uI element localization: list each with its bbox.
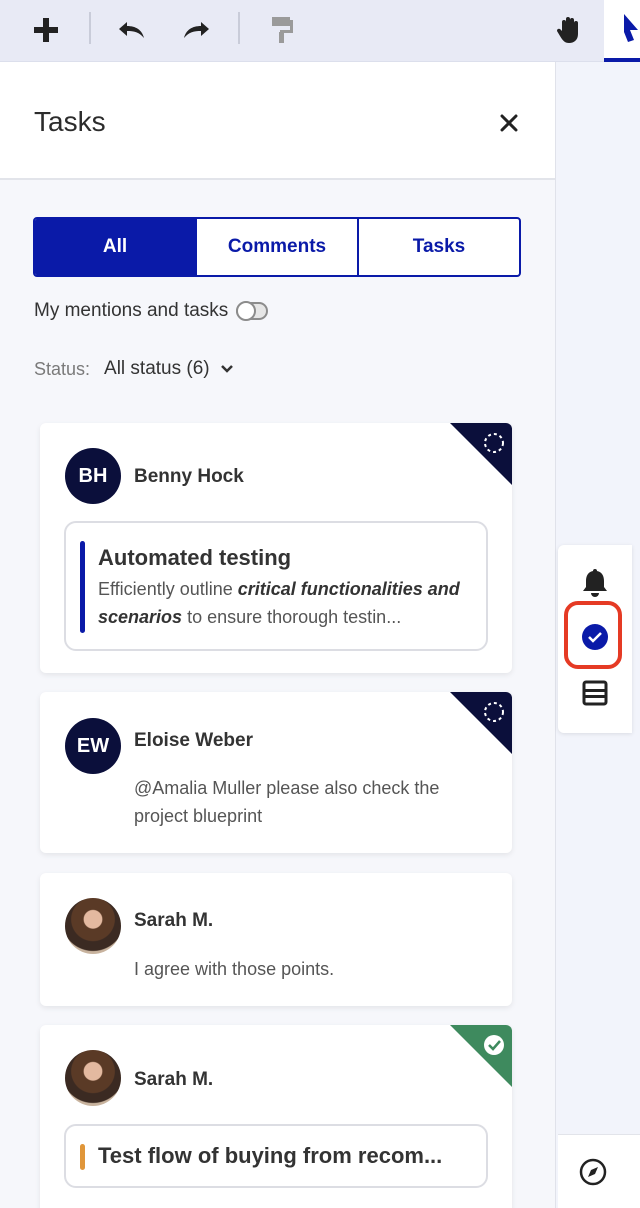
task-description: Efficiently outline critical functionali…	[98, 575, 478, 631]
task-preview[interactable]: Automated testing Efficiently outline cr…	[64, 521, 488, 651]
status-dropdown[interactable]: All status (6)	[104, 358, 234, 380]
status-value: All status (6)	[104, 358, 210, 379]
task-title: Test flow of buying from recom...	[98, 1143, 443, 1168]
mentions-filter: My mentions and tasks	[34, 300, 269, 322]
task-preview[interactable]: Test flow of buying from recom...	[64, 1124, 488, 1188]
pointer-icon	[624, 14, 638, 42]
status-label: Status:	[34, 358, 91, 379]
task-card[interactable]: BH Benny Hock Automated testing Efficien…	[40, 423, 512, 673]
status-filter: Status: All status (6)	[34, 358, 234, 380]
comment-text: @Amalia Muller please also check the pro…	[134, 778, 440, 826]
open-status-corner[interactable]	[450, 692, 512, 754]
close-button[interactable]	[494, 108, 524, 138]
done-status-corner[interactable]	[450, 1025, 512, 1087]
tab-tasks[interactable]: Tasks	[357, 219, 519, 275]
open-status-corner[interactable]	[450, 423, 512, 485]
task-title: Automated testing	[98, 545, 292, 570]
tab-comments[interactable]: Comments	[195, 219, 357, 275]
panel-title: Tasks	[34, 106, 106, 137]
compass-icon	[579, 1158, 607, 1186]
comment-card[interactable]: Sarah M. I agree with those points.	[40, 873, 512, 1006]
format-painter-icon[interactable]	[262, 10, 302, 50]
task-color-bar	[80, 541, 85, 633]
notifications-button[interactable]	[578, 565, 612, 599]
filter-tabs: All Comments Tasks	[33, 217, 521, 277]
highlight-outline	[564, 601, 622, 669]
navigator-button[interactable]	[576, 1155, 610, 1189]
author-name: Eloise Weber	[134, 730, 253, 751]
plus-icon[interactable]	[26, 10, 66, 50]
author-name: Benny Hock	[134, 466, 244, 487]
toolbar	[0, 0, 640, 62]
avatar	[65, 1050, 121, 1106]
list-button[interactable]	[578, 676, 612, 710]
avatar	[65, 898, 121, 954]
redo-icon[interactable]	[176, 10, 216, 50]
mentions-toggle[interactable]	[236, 301, 269, 321]
bell-icon	[583, 569, 607, 597]
bottom-strip	[558, 1134, 640, 1208]
avatar: BH	[65, 448, 121, 504]
task-color-bar	[80, 1144, 85, 1170]
close-icon	[500, 114, 518, 132]
author-name: Sarah M.	[134, 910, 214, 931]
task-card[interactable]: Sarah M. Test flow of buying from recom.…	[40, 1025, 512, 1208]
comment-card[interactable]: EW Eloise Weber @Amalia Muller please al…	[40, 692, 512, 853]
panel-header: Tasks	[0, 62, 555, 180]
tasks-panel: Tasks All Comments Tasks My mentions and…	[0, 62, 556, 1208]
toggle-knob	[236, 301, 257, 321]
chevron-down-icon	[220, 365, 233, 373]
mentions-label: My mentions and tasks	[34, 300, 229, 321]
list-icon	[582, 680, 608, 706]
tab-all[interactable]: All	[35, 219, 195, 275]
toolbar-divider	[89, 12, 91, 44]
pointer-tool-active[interactable]	[604, 0, 640, 62]
hand-icon[interactable]	[550, 10, 590, 50]
task-desc-post: to ensure thorough testin...	[182, 607, 402, 627]
toolbar-divider	[238, 12, 240, 44]
task-desc-pre: Efficiently outline	[98, 579, 238, 599]
undo-icon[interactable]	[112, 10, 152, 50]
avatar: EW	[65, 718, 121, 774]
author-name: Sarah M.	[134, 1069, 214, 1090]
comment-text: I agree with those points.	[134, 959, 335, 979]
